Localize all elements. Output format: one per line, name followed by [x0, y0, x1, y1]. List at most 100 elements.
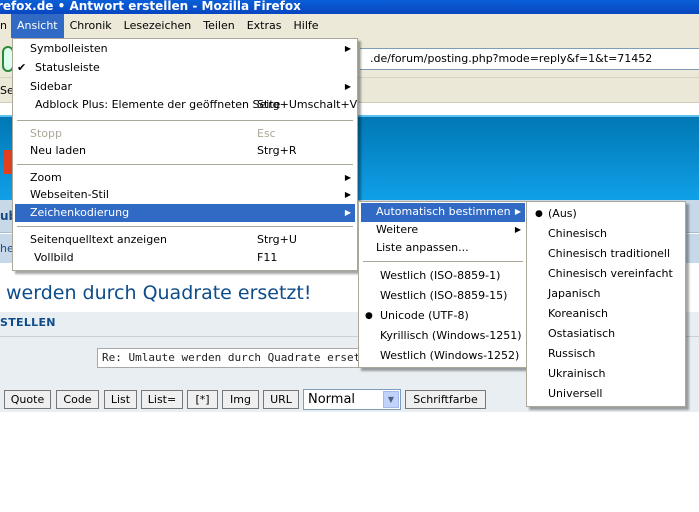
menu-item-toolbars[interactable]: Symbolleisten ▶ [15, 40, 355, 58]
menu-item-label: Zeichenkodierung [30, 206, 130, 219]
menu-item-statusbar[interactable]: ✔ Statusleiste [15, 59, 355, 77]
view-menu: Symbolleisten ▶ ✔ Statusleiste Sidebar ▶ Ad… [12, 38, 358, 271]
menu-item-encoding[interactable]: Westlich (ISO-8859-1) [361, 267, 525, 285]
menu-item-label: Symbolleisten [30, 42, 108, 55]
menu-item-label: Vollbild [34, 251, 74, 264]
menu-item-detector[interactable]: Chinesisch vereinfacht [529, 265, 683, 283]
menu-item-label: Statusleiste [35, 61, 100, 74]
menu-item-label: Sidebar [30, 80, 73, 93]
font-color-button[interactable]: Schriftfarbe [405, 390, 486, 409]
menu-item-detector[interactable]: Ukrainisch [529, 365, 683, 383]
menu-item-label: Automatisch bestimmen [376, 205, 511, 218]
window-title-bar: firefox.de • Antwort erstellen - Mozilla… [0, 0, 699, 14]
menu-item-encoding-selected[interactable]: ● Unicode (UTF-8) [361, 307, 525, 325]
submenu-arrow-icon: ▶ [514, 207, 521, 216]
menu-separator [363, 261, 523, 262]
menu-item-label: Chinesisch [548, 227, 607, 240]
menu-bookmarks[interactable]: Lesezeichen [118, 14, 198, 38]
shortcut-label: Strg+Umschalt+V [257, 98, 358, 111]
window-title: firefox.de • Antwort erstellen - Mozilla… [0, 0, 301, 13]
menu-item-view-source[interactable]: Seitenquelltext anzeigen Strg+U [15, 231, 355, 249]
submenu-arrow-icon: ▶ [344, 44, 351, 53]
menu-item-label: Westlich (ISO-8859-1) [380, 269, 501, 282]
submenu-arrow-icon: ▶ [344, 190, 351, 199]
menu-history[interactable]: Chronik [64, 14, 118, 38]
menu-item-label: Ukrainisch [548, 367, 606, 380]
menu-item-page-style[interactable]: Webseiten-Stil ▶ [15, 186, 355, 204]
section-header: STELLEN [0, 316, 56, 329]
menu-item-auto-detect[interactable]: Automatisch bestimmen ▶ [361, 203, 525, 222]
chevron-down-icon[interactable]: ▼ [383, 391, 399, 408]
submenu-arrow-icon: ▶ [344, 208, 351, 217]
submenu-arrow-icon: ▶ [344, 82, 351, 91]
menu-item-label: Liste anpassen... [376, 241, 469, 254]
menu-help[interactable]: Hilfe [288, 14, 325, 38]
menu-item-encoding[interactable]: Westlich (ISO-8859-15) [361, 287, 525, 305]
menu-item-character-encoding[interactable]: Zeichenkodierung ▶ [15, 204, 355, 222]
menu-item-zoom[interactable]: Zoom ▶ [15, 169, 355, 187]
code-button[interactable]: Code [56, 390, 99, 409]
menu-item-label: Unicode (UTF-8) [380, 309, 469, 322]
menu-item-fullscreen[interactable]: Vollbild F11 [15, 249, 355, 267]
url-bar[interactable]: .de/forum/posting.php?mode=reply&f=1&t=7… [360, 48, 699, 70]
topic-title: werden durch Quadrate ersetzt! [6, 282, 312, 304]
list-numbered-button[interactable]: List= [141, 390, 183, 409]
menu-item-detector[interactable]: Japanisch [529, 285, 683, 303]
menu-item-detector-selected[interactable]: ● (Aus) [529, 205, 683, 223]
menu-bar: n Ansicht Chronik Lesezeichen Teilen Ext… [0, 14, 699, 38]
menu-item-label: Westlich (Windows-1252) [380, 349, 520, 362]
checkmark-icon: ✔ [17, 61, 27, 74]
font-size-value: Normal [308, 392, 356, 407]
menu-item-detector[interactable]: Russisch [529, 345, 683, 363]
menu-share[interactable]: Teilen [197, 14, 240, 38]
submenu-arrow-icon: ▶ [344, 173, 351, 182]
submenu-arrow-icon: ▶ [514, 225, 521, 234]
menu-separator [17, 164, 353, 165]
menu-item-more[interactable]: Weitere ▶ [361, 221, 525, 239]
menu-item-label: Adblock Plus: Elemente der geöffneten Se… [35, 98, 281, 111]
menu-item-sidebar[interactable]: Sidebar ▶ [15, 78, 355, 96]
menu-item-detector[interactable]: Ostasiatisch [529, 325, 683, 343]
menu-item-label: Kyrillisch (Windows-1251) [380, 329, 522, 342]
menu-item-detector[interactable]: Chinesisch traditionell [529, 245, 683, 263]
font-size-select[interactable]: Normal ▼ [303, 389, 401, 410]
menu-item-customize-list[interactable]: Liste anpassen... [361, 239, 525, 257]
subject-input[interactable]: Re: Umlaute werden durch Quadrate ersetz… [97, 348, 367, 368]
menu-item-stop: Stopp Esc [15, 125, 355, 143]
menu-item-label: Neu laden [30, 144, 86, 157]
menu-item-label: Ostasiatisch [548, 327, 616, 340]
menu-item-encoding[interactable]: Westlich (Windows-1252) [361, 347, 525, 365]
shortcut-label: Strg+R [257, 144, 297, 157]
radio-bullet-icon: ● [535, 209, 543, 219]
menu-item-label: (Aus) [548, 207, 577, 220]
radio-bullet-icon: ● [365, 311, 373, 321]
menu-item-detector[interactable]: Universell [529, 385, 683, 403]
quote-button[interactable]: Quote [4, 390, 51, 409]
menu-item-label: Chinesisch vereinfacht [548, 267, 673, 280]
menu-item-detector[interactable]: Chinesisch [529, 225, 683, 243]
menu-item-encoding[interactable]: Kyrillisch (Windows-1251) [361, 327, 525, 345]
list-button[interactable]: List [104, 390, 137, 409]
menu-item-label: Seitenquelltext anzeigen [30, 233, 167, 246]
menu-item-label: Koreanisch [548, 307, 608, 320]
menu-separator [17, 226, 353, 227]
menu-extras[interactable]: Extras [241, 14, 288, 38]
menu-item-label: Russisch [548, 347, 596, 360]
encoding-submenu: Automatisch bestimmen ▶ Weitere ▶ Liste an… [358, 201, 528, 368]
shortcut-label: Esc [257, 127, 276, 140]
menu-view[interactable]: Ansicht [10, 14, 64, 38]
menu-file[interactable]: n [0, 14, 11, 38]
menu-separator [17, 120, 353, 121]
menu-item-label: Japanisch [548, 287, 601, 300]
menu-item-label: Weitere [376, 223, 419, 236]
menu-item-adblock[interactable]: Adblock Plus: Elemente der geöffneten Se… [15, 96, 358, 114]
menu-item-label: Chinesisch traditionell [548, 247, 671, 260]
list-item-button[interactable]: [*] [187, 390, 218, 409]
shortcut-label: F11 [257, 251, 278, 264]
img-button[interactable]: Img [222, 390, 259, 409]
menu-item-detector[interactable]: Koreanisch [529, 305, 683, 323]
auto-detect-submenu: ● (Aus) Chinesisch Chinesisch traditionel… [526, 201, 686, 407]
menu-item-label: Universell [548, 387, 603, 400]
url-button[interactable]: URL [263, 390, 299, 409]
menu-item-reload[interactable]: Neu laden Strg+R [15, 142, 355, 160]
